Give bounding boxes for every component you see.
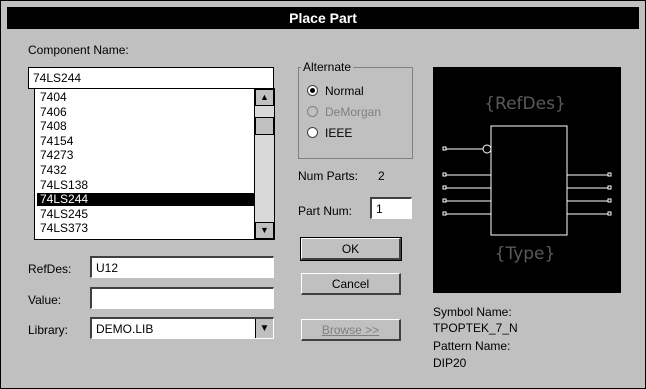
radio-demorgan: [307, 106, 318, 117]
refdes-input[interactable]: U12: [90, 256, 274, 278]
component-list-item[interactable]: 7406: [37, 105, 256, 119]
radio-label-normal: Normal: [325, 84, 364, 98]
scroll-thumb[interactable]: [255, 117, 274, 135]
value-label: Value:: [28, 293, 62, 307]
scroll-up-button[interactable]: ▲: [255, 89, 274, 106]
component-list-item[interactable]: 74273: [37, 149, 256, 162]
preview-refdes-text: {RefDes}: [484, 94, 566, 114]
ok-button[interactable]: OK: [300, 237, 402, 261]
radio-ieee[interactable]: [307, 127, 318, 138]
scroll-down-button[interactable]: ▼: [255, 222, 274, 239]
component-list-item[interactable]: 74154: [37, 134, 256, 148]
alternate-group-title: Alternate: [301, 60, 354, 74]
symbol-body: [490, 125, 568, 236]
dropdown-arrow-icon[interactable]: ▼: [255, 319, 273, 338]
component-list-item[interactable]: 74LS138: [37, 178, 256, 192]
component-list-item[interactable]: 74LS373: [37, 222, 256, 235]
component-list-item[interactable]: 7432: [37, 164, 256, 177]
part-num-input[interactable]: 1: [370, 197, 412, 219]
pattern-name-value: DIP20: [433, 356, 467, 370]
browse-button[interactable]: Browse >>: [301, 319, 401, 341]
num-parts-value: 2: [378, 169, 385, 183]
symbol-preview: {RefDes} {Type}: [433, 67, 621, 293]
component-list-item[interactable]: 74LS245: [37, 207, 256, 221]
alternate-group: Alternate Normal DeMorgan IEEE: [298, 60, 413, 159]
scroll-down-arrow-icon: ▼: [260, 225, 269, 235]
component-list-item[interactable]: 7404: [37, 91, 256, 104]
refdes-label: RefDes:: [28, 262, 72, 276]
symbol-pins: [445, 144, 609, 215]
component-list-scrollbar[interactable]: ▲ ▼: [254, 89, 274, 239]
library-label: Library:: [28, 323, 69, 337]
component-name-label: Component Name:: [28, 43, 129, 57]
symbol-name-value: TPOPTEK_7_N: [433, 321, 518, 335]
radio-normal[interactable]: [307, 85, 318, 96]
component-list-item[interactable]: 7408: [37, 120, 256, 133]
value-input[interactable]: [90, 287, 274, 309]
cancel-button[interactable]: Cancel: [301, 273, 401, 295]
dialog-title: Place Part: [7, 7, 639, 29]
library-select[interactable]: DEMO.LIB ▼: [90, 317, 274, 339]
part-num-label: Part Num:: [298, 204, 353, 218]
place-part-dialog: Place Part Component Name: 74LS244 7404 7…: [0, 0, 646, 389]
preview-type-text: {Type}: [495, 244, 556, 264]
component-name-input[interactable]: 74LS244: [28, 67, 274, 89]
component-list[interactable]: 7404 7406 7408 74154 74273 7432 74LS138 74LS244…: [34, 88, 275, 240]
component-list-item[interactable]: 74LS244: [37, 193, 256, 207]
num-parts-label: Num Parts:: [298, 169, 359, 183]
scroll-up-arrow-icon: ▲: [260, 92, 269, 102]
pattern-name-label: Pattern Name:: [433, 339, 511, 353]
browse-button-label: Browse >>: [321, 323, 380, 337]
radio-label-demorgan: DeMorgan: [325, 105, 382, 119]
pin-ends: [442, 146, 612, 216]
symbol-name-label: Symbol Name:: [433, 305, 512, 319]
radio-label-ieee: IEEE: [325, 126, 353, 140]
